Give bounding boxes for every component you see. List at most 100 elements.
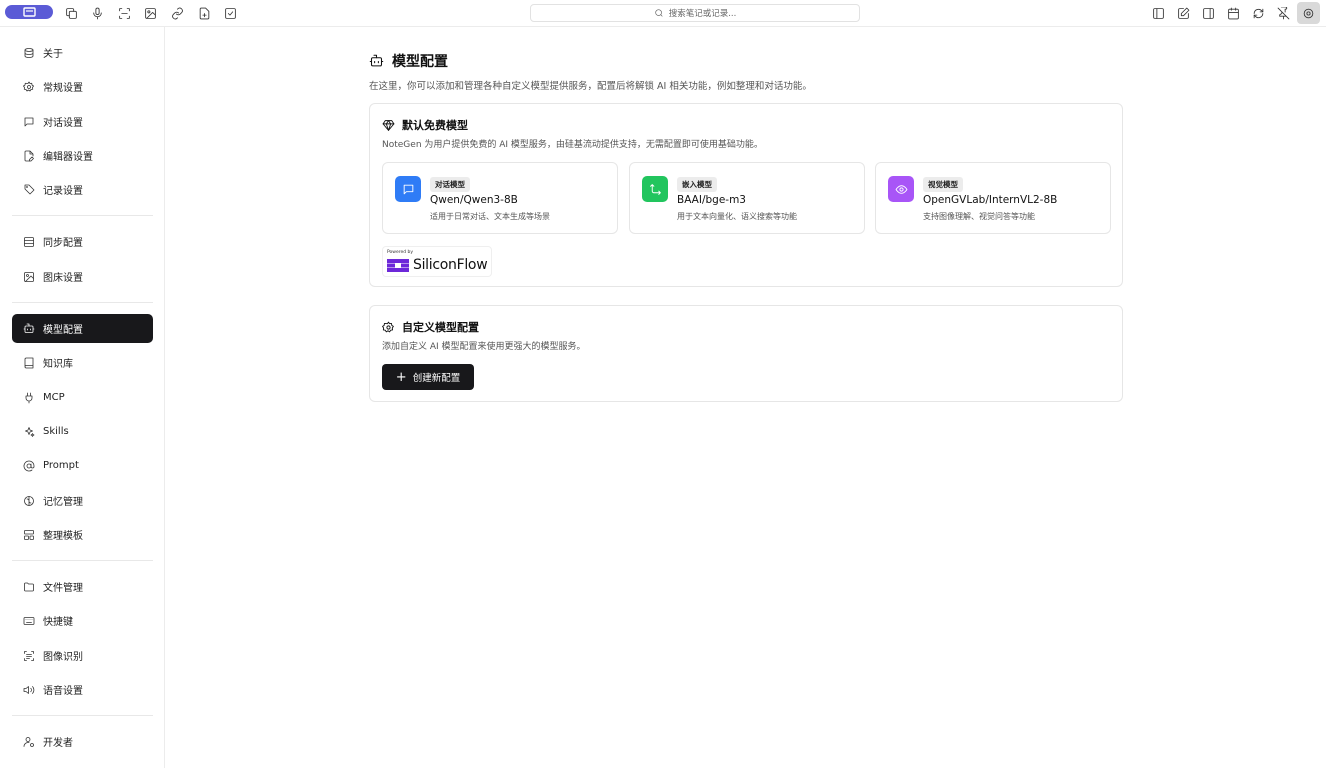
page-title: 模型配置 <box>392 54 448 70</box>
settings-sidebar: 关于 常规设置 对话设置 编辑器设置 记录设置 同步配置 图床设置 模型配置 知… <box>0 27 165 768</box>
book-icon <box>24 357 34 368</box>
page-description: 在这里，你可以添加和管理各种自定义模型提供服务，配置后将解锁 AI 相关功能，例… <box>369 81 812 92</box>
model-name: BAAI/bge-m3 <box>677 194 746 206</box>
file-plus-icon[interactable] <box>197 6 211 20</box>
mic-icon[interactable] <box>90 6 104 20</box>
vision-model-box: 视觉模型 OpenGVLab/InternVL2-8B 支持图像理解、视觉问答等… <box>875 162 1111 234</box>
sidebar-item-label: MCP <box>43 392 65 403</box>
chat-icon <box>395 176 421 202</box>
scan-text-icon <box>24 650 34 661</box>
sidebar-divider <box>12 715 153 716</box>
file-edit-icon <box>24 150 34 161</box>
pin-off-icon[interactable] <box>1276 6 1290 20</box>
siliconflow-logo-icon <box>387 258 409 272</box>
sidebar-item-label: 知识库 <box>43 359 73 370</box>
sidebar-item-editor[interactable]: 编辑器设置 <box>12 141 153 170</box>
sidebar-item-label: 关于 <box>43 49 63 60</box>
gem-icon <box>382 119 395 131</box>
top-toolbar: 搜索笔记或记录... <box>0 0 1326 27</box>
image-plus-icon[interactable] <box>143 6 157 20</box>
model-name: OpenGVLab/InternVL2-8B <box>923 194 1058 206</box>
sidebar-divider <box>12 302 153 303</box>
create-config-button[interactable]: + 创建新配置 <box>382 364 474 390</box>
sidebar-item-label: Skills <box>43 426 69 437</box>
search-icon <box>655 9 663 17</box>
image-icon <box>24 271 34 282</box>
card-description: 添加自定义 AI 模型配置来使用更强大的模型服务。 <box>382 342 586 352</box>
page-header: 模型配置 <box>369 51 448 71</box>
sidebar-item-prompt[interactable]: Prompt <box>12 451 153 480</box>
model-description: 适用于日常对话、文本生成等场景 <box>430 212 550 221</box>
powered-by-label: Powered by <box>387 250 414 255</box>
sidebar-item-about[interactable]: 关于 <box>12 38 153 67</box>
model-description: 支持图像理解、视觉问答等功能 <box>923 212 1035 221</box>
siliconflow-logo: SiliconFlow <box>387 257 488 273</box>
sidebar-item-skills[interactable]: Skills <box>12 417 153 446</box>
database-icon <box>24 236 34 247</box>
sparkles-icon <box>25 426 35 437</box>
sidebar-item-knowledge[interactable]: 知识库 <box>12 348 153 377</box>
gear-icon <box>382 321 394 332</box>
chat-icon <box>24 117 34 126</box>
sync-icon[interactable] <box>1251 6 1265 20</box>
model-description: 用于文本向量化、语义搜索等功能 <box>677 212 797 221</box>
copy-icon[interactable] <box>64 6 78 20</box>
bot-icon <box>369 54 384 66</box>
sidebar-item-label: 开发者 <box>43 738 73 749</box>
link-icon[interactable] <box>170 6 184 20</box>
settings-icon <box>1303 8 1314 18</box>
sidebar-item-label: 记录设置 <box>43 186 83 197</box>
card-title: 默认免费模型 <box>402 119 468 132</box>
at-icon <box>23 460 35 471</box>
sidebar-item-mcp[interactable]: MCP <box>12 383 153 412</box>
arrows-icon <box>642 176 668 202</box>
sidebar-item-template[interactable]: 整理模板 <box>12 520 153 549</box>
user-cog-icon <box>23 736 34 747</box>
checkbox-icon[interactable] <box>223 6 237 20</box>
provider-name: SiliconFlow <box>413 257 488 273</box>
embedding-model-box: 嵌入模型 BAAI/bge-m3 用于文本向量化、语义搜索等功能 <box>629 162 865 234</box>
sidebar-item-label: 文件管理 <box>43 583 83 594</box>
sidebar-item-chat[interactable]: 对话设置 <box>12 107 153 136</box>
card-title: 自定义模型配置 <box>402 321 479 334</box>
sidebar-item-label: 图像识别 <box>43 652 83 663</box>
model-name: Qwen/Qwen3-8B <box>430 194 518 206</box>
edit-icon[interactable] <box>1176 6 1190 20</box>
layout-icon <box>24 529 34 540</box>
sidebar-item-voice[interactable]: 语音设置 <box>12 675 153 704</box>
custom-model-card: 自定义模型配置 添加自定义 AI 模型配置来使用更强大的模型服务。 + 创建新配… <box>369 305 1123 402</box>
app-logo-button[interactable] <box>5 5 53 19</box>
panel-right-icon[interactable] <box>1201 6 1215 20</box>
model-tag: 对话模型 <box>430 177 470 192</box>
brain-icon <box>24 495 34 506</box>
model-tag: 嵌入模型 <box>677 177 717 192</box>
siliconflow-badge[interactable]: Powered by SiliconFlow <box>382 246 492 277</box>
search-input[interactable]: 搜索笔记或记录... <box>530 4 860 22</box>
sidebar-item-general[interactable]: 常规设置 <box>12 72 153 101</box>
panel-left-icon[interactable] <box>1151 6 1165 20</box>
sidebar-item-label: 记忆管理 <box>43 497 83 508</box>
sidebar-item-model[interactable]: 模型配置 <box>12 314 153 343</box>
scan-icon[interactable] <box>117 6 131 20</box>
sidebar-item-label: 编辑器设置 <box>43 152 93 163</box>
model-tag: 视觉模型 <box>923 177 963 192</box>
card-description: NoteGen 为用户提供免费的 AI 模型服务，由硅基流动提供支持，无需配置即… <box>382 140 763 150</box>
search-placeholder: 搜索笔记或记录... <box>668 9 737 19</box>
calendar-icon[interactable] <box>1226 6 1240 20</box>
plug-icon <box>25 392 33 403</box>
card-header: 自定义模型配置 <box>382 319 479 335</box>
sidebar-item-record[interactable]: 记录设置 <box>12 175 153 204</box>
sidebar-item-image-host[interactable]: 图床设置 <box>12 262 153 291</box>
sidebar-item-label: 整理模板 <box>43 531 83 542</box>
sidebar-item-files[interactable]: 文件管理 <box>12 572 153 601</box>
settings-button[interactable] <box>1297 2 1320 24</box>
sidebar-item-developer[interactable]: 开发者 <box>12 727 153 756</box>
card-header: 默认免费模型 <box>382 117 468 133</box>
sidebar-item-memory[interactable]: 记忆管理 <box>12 486 153 515</box>
sidebar-item-shortcuts[interactable]: 快捷键 <box>12 606 153 635</box>
sidebar-divider <box>12 560 153 561</box>
sidebar-item-label: 对话设置 <box>43 118 83 129</box>
sidebar-item-ocr[interactable]: 图像识别 <box>12 641 153 670</box>
sidebar-item-sync[interactable]: 同步配置 <box>12 227 153 256</box>
eye-icon <box>888 176 914 202</box>
